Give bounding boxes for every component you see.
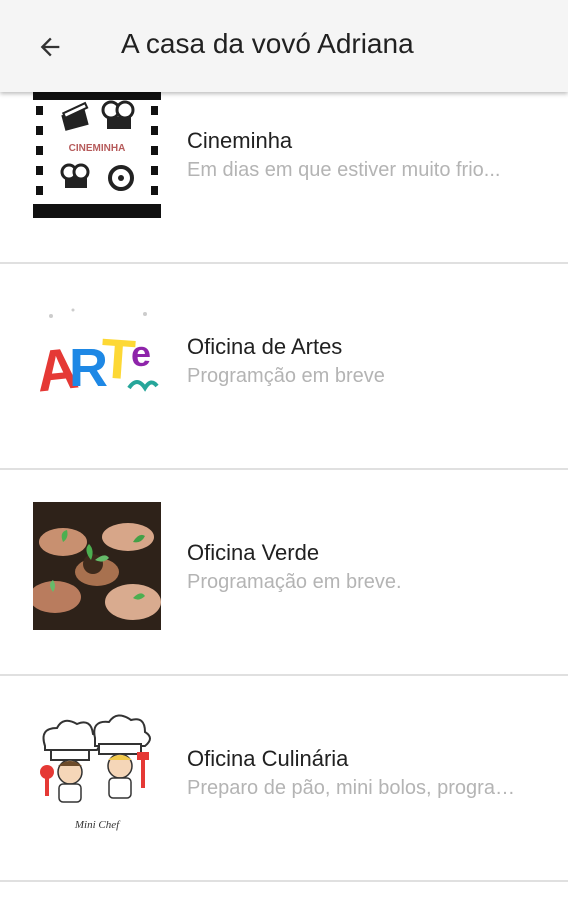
hands-plants-icon: [33, 502, 161, 630]
artes-thumbnail: A R T e: [33, 296, 161, 424]
item-description: Preparo de pão, mini bolos, programação.…: [187, 777, 522, 799]
cineminha-logo-text: CINEMINHA: [69, 143, 126, 154]
chef-kids-icon: Mini Chef: [33, 708, 161, 836]
back-button[interactable]: [22, 23, 78, 71]
item-description: Programação em breve.: [187, 571, 402, 593]
item-name: Oficina Verde: [187, 540, 320, 565]
cineminha-thumbnail: CINEMINHA: [33, 90, 161, 218]
activity-list: CINEMINHA Cineminha Em dias em que estiv…: [0, 58, 568, 882]
film-reel-icon: CINEMINHA: [33, 90, 161, 218]
item-name: Oficina Culinária: [187, 746, 349, 771]
arrow-left-icon: [40, 37, 60, 57]
item-name: Cineminha: [187, 128, 293, 153]
culinaria-thumbnail: Mini Chef: [33, 708, 161, 836]
art-logo-icon: A R T e: [33, 296, 161, 424]
page-title: A casa da vovó Adriana: [121, 28, 414, 59]
item-description: Em dias em que estiver muito frio...: [187, 159, 501, 181]
item-description: Programção em breve: [187, 365, 385, 387]
app-bar: A casa da vovó Adriana: [0, 0, 568, 92]
list-item-oficina-verde[interactable]: Oficina Verde Programação em breve.: [0, 470, 568, 676]
verde-thumbnail: [33, 502, 161, 630]
list-item-oficina-de-artes[interactable]: A R T e Oficina de Artes Programção em b…: [0, 264, 568, 470]
list-item-oficina-culinaria[interactable]: Mini Chef Oficina Culinária Preparo de p…: [0, 676, 568, 882]
mini-chef-logo-text: Mini Chef: [74, 819, 121, 831]
item-name: Oficina de Artes: [187, 334, 343, 359]
svg-text:e: e: [131, 333, 151, 374]
